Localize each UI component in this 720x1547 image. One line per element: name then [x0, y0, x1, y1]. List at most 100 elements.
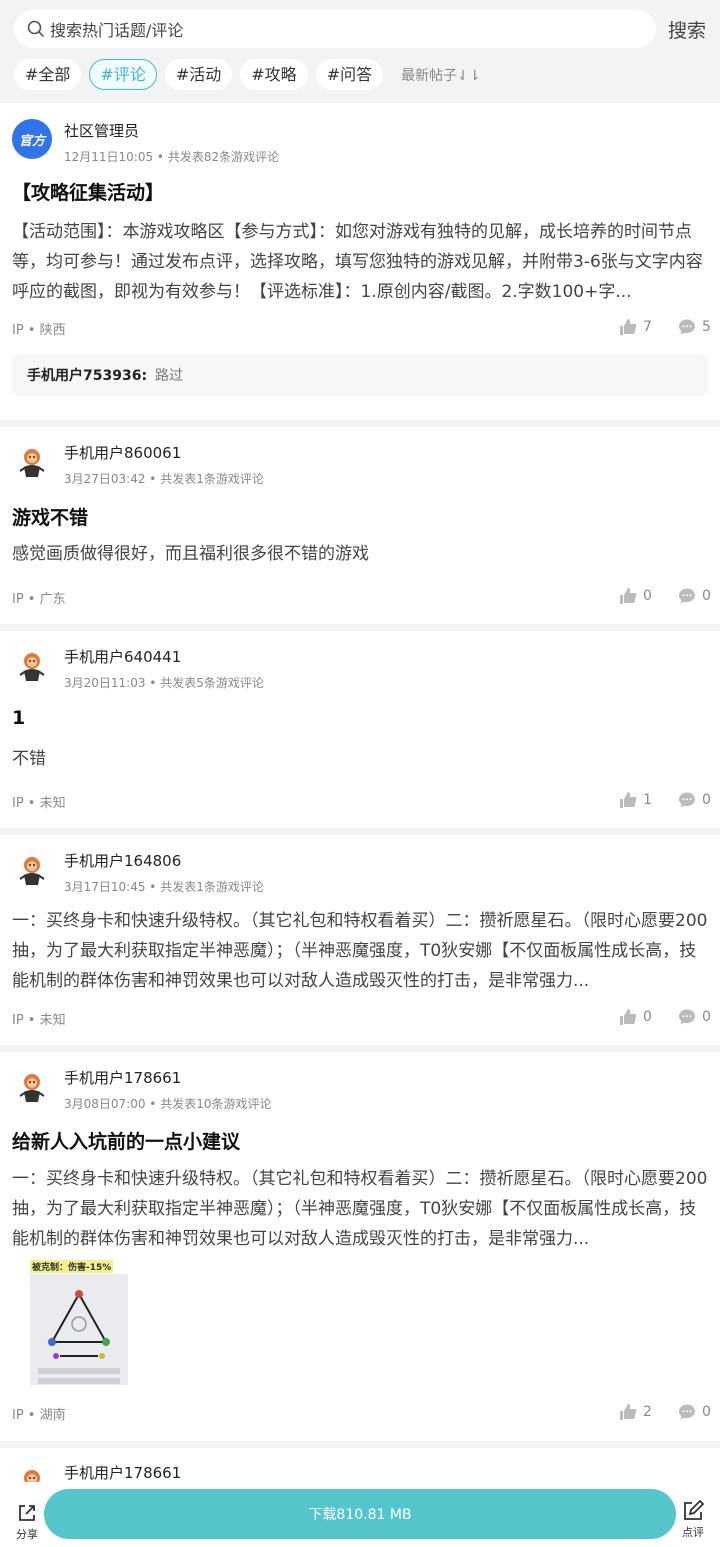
comment-button[interactable]: 5: [678, 318, 711, 336]
user-avatar[interactable]: [12, 851, 52, 891]
post-ip: IP • 未知: [12, 796, 66, 811]
review-label: 点评: [682, 1526, 704, 1539]
post-meta: 12月11日10:05 • 共发表82条游戏评论: [64, 150, 280, 164]
post-meta: 3月20日11:03 • 共发表5条游戏评论: [64, 676, 264, 690]
sort-dropdown[interactable]: 最新帖子⇃⇂: [401, 65, 480, 85]
post-author[interactable]: 手机用户860061: [64, 442, 181, 463]
monkey-avatar-icon: [19, 653, 45, 681]
post-card[interactable]: 手机用户640441 3月20日11:03 • 共发表5条游戏评论 1 不错 I…: [0, 631, 720, 828]
image-caption: 被克制：伤害-15%: [30, 1260, 114, 1273]
comment-count: 5: [702, 319, 711, 335]
thumbs-up-icon: [620, 1009, 637, 1025]
user-avatar[interactable]: [12, 443, 52, 483]
post-body: 【活动范围】：本游戏攻略区【参与方式】：如您对游戏有独特的见解，成长培养的时间节…: [12, 222, 703, 302]
like-button[interactable]: 0: [619, 587, 652, 605]
post-title: 给新人入坑前的一点小建议: [12, 1131, 241, 1153]
share-icon: [19, 1505, 35, 1521]
comment-count: 0: [702, 1404, 711, 1420]
search-input[interactable]: 搜索热门话题/评论: [14, 10, 656, 48]
post-meta: 3月08日07:00 • 共发表10条游戏评论: [64, 1097, 272, 1111]
post-ip: IP • 广东: [12, 592, 66, 607]
divider: [0, 1441, 720, 1448]
comment-count: 0: [702, 1009, 711, 1025]
post-body: 不错: [12, 749, 46, 769]
post-author[interactable]: 手机用户178661: [64, 1462, 181, 1483]
like-count: 7: [643, 319, 652, 335]
post-author[interactable]: 手机用户164806: [64, 850, 181, 871]
post-meta: 3月17日10:45 • 共发表1条游戏评论: [64, 880, 264, 894]
post-card[interactable]: 手机用户860061 3月27日03:42 • 共发表1条游戏评论 游戏不错 感…: [0, 427, 720, 624]
like-button[interactable]: 1: [619, 791, 652, 809]
like-count: 1: [643, 792, 652, 808]
post-ip: IP • 未知: [12, 1013, 66, 1028]
like-count: 2: [643, 1404, 652, 1420]
comment-button[interactable]: 0: [678, 1008, 711, 1026]
reply-text: 路过: [155, 368, 184, 384]
top-bar: 搜索热门话题/评论 搜索 #全部 #评论 #活动 #攻略 #问答 最新帖子⇃⇂: [0, 0, 720, 103]
tag-filter-bar: #全部 #评论 #活动 #攻略 #问答 最新帖子⇃⇂: [14, 59, 481, 90]
monkey-avatar-icon: [19, 449, 45, 477]
bottom-action-bar: 分享 下载810.81 MB 点评: [0, 1482, 720, 1547]
comment-icon: [679, 588, 695, 604]
search-button[interactable]: 搜索: [668, 16, 706, 43]
comment-icon: [679, 1404, 695, 1420]
post-author[interactable]: 社区管理员: [64, 120, 139, 141]
thumbs-up-icon: [620, 792, 637, 808]
monkey-avatar-icon: [19, 857, 45, 885]
user-avatar[interactable]: [12, 1068, 52, 1108]
comment-icon: [679, 319, 695, 335]
thumbs-up-icon: [620, 588, 637, 604]
post-card[interactable]: 官方 社区管理员 12月11日10:05 • 共发表82条游戏评论 【攻略征集活…: [0, 103, 720, 420]
post-card[interactable]: 手机用户178661 3月08日07:00 • 共发表10条游戏评论 给新人入坑…: [0, 1052, 720, 1441]
search-icon: [27, 20, 44, 37]
reply-preview[interactable]: 手机用户753936: 路过: [12, 354, 708, 396]
tag-activity[interactable]: #活动: [164, 59, 233, 90]
user-avatar[interactable]: [12, 647, 52, 687]
divider: [0, 624, 720, 631]
post-author[interactable]: 手机用户640441: [64, 646, 181, 667]
like-button[interactable]: 0: [619, 1008, 652, 1026]
post-body: 一：买终身卡和快速升级特权。（其它礼包和特权看着买）二：攒祈愿星石。（限时心愿要…: [12, 911, 708, 991]
tag-qa[interactable]: #问答: [315, 59, 384, 90]
comment-button[interactable]: 0: [678, 1403, 711, 1421]
post-meta: 3月27日03:42 • 共发表1条游戏评论: [64, 472, 264, 486]
search-placeholder: 搜索热门话题/评论: [50, 21, 184, 40]
comment-icon: [679, 792, 695, 808]
post-ip: IP • 陕西: [12, 323, 66, 338]
comment-count: 0: [702, 588, 711, 604]
divider: [0, 420, 720, 427]
post-card[interactable]: 手机用户164806 3月17日10:45 • 共发表1条游戏评论 一：买终身卡…: [0, 835, 720, 1045]
thumbs-up-icon: [620, 1404, 637, 1420]
post-title: 【攻略征集活动】: [12, 182, 165, 204]
like-button[interactable]: 2: [619, 1403, 652, 1421]
comment-icon: [679, 1009, 695, 1025]
monkey-avatar-icon: [19, 1074, 45, 1102]
share-button[interactable]: 分享: [12, 1502, 42, 1542]
share-label: 分享: [16, 1528, 38, 1541]
tag-guide[interactable]: #攻略: [240, 59, 308, 90]
post-author[interactable]: 手机用户178661: [64, 1067, 181, 1088]
like-count: 0: [643, 588, 652, 604]
post-body: 感觉画质做得很好，而且福利很多很不错的游戏: [12, 544, 369, 564]
comment-button[interactable]: 0: [678, 791, 711, 809]
post-title: 1: [12, 707, 26, 729]
post-card[interactable]: 手机用户178661: [0, 1448, 720, 1486]
download-button[interactable]: 下载810.81 MB: [44, 1489, 676, 1539]
post-ip: IP • 湖南: [12, 1408, 66, 1423]
reply-author: 手机用户753936:: [27, 368, 148, 384]
official-avatar[interactable]: 官方: [12, 119, 52, 159]
divider: [0, 1045, 720, 1052]
thumbs-up-icon: [620, 319, 637, 335]
post-image[interactable]: 被克制：伤害-15%: [30, 1255, 128, 1385]
post-body: 一：买终身卡和快速升级特权。（其它礼包和特权看着买）二：攒祈愿星石。（限时心愿要…: [12, 1169, 708, 1249]
tag-all[interactable]: #全部: [14, 59, 82, 90]
like-count: 0: [643, 1009, 652, 1025]
like-button[interactable]: 7: [619, 318, 652, 336]
comment-button[interactable]: 0: [678, 587, 711, 605]
comment-count: 0: [702, 792, 711, 808]
counter-diagram-icon: [30, 1274, 128, 1385]
tag-review[interactable]: #评论: [89, 59, 157, 90]
divider: [0, 828, 720, 835]
review-button[interactable]: 点评: [678, 1500, 708, 1540]
post-title: 游戏不错: [12, 507, 89, 529]
